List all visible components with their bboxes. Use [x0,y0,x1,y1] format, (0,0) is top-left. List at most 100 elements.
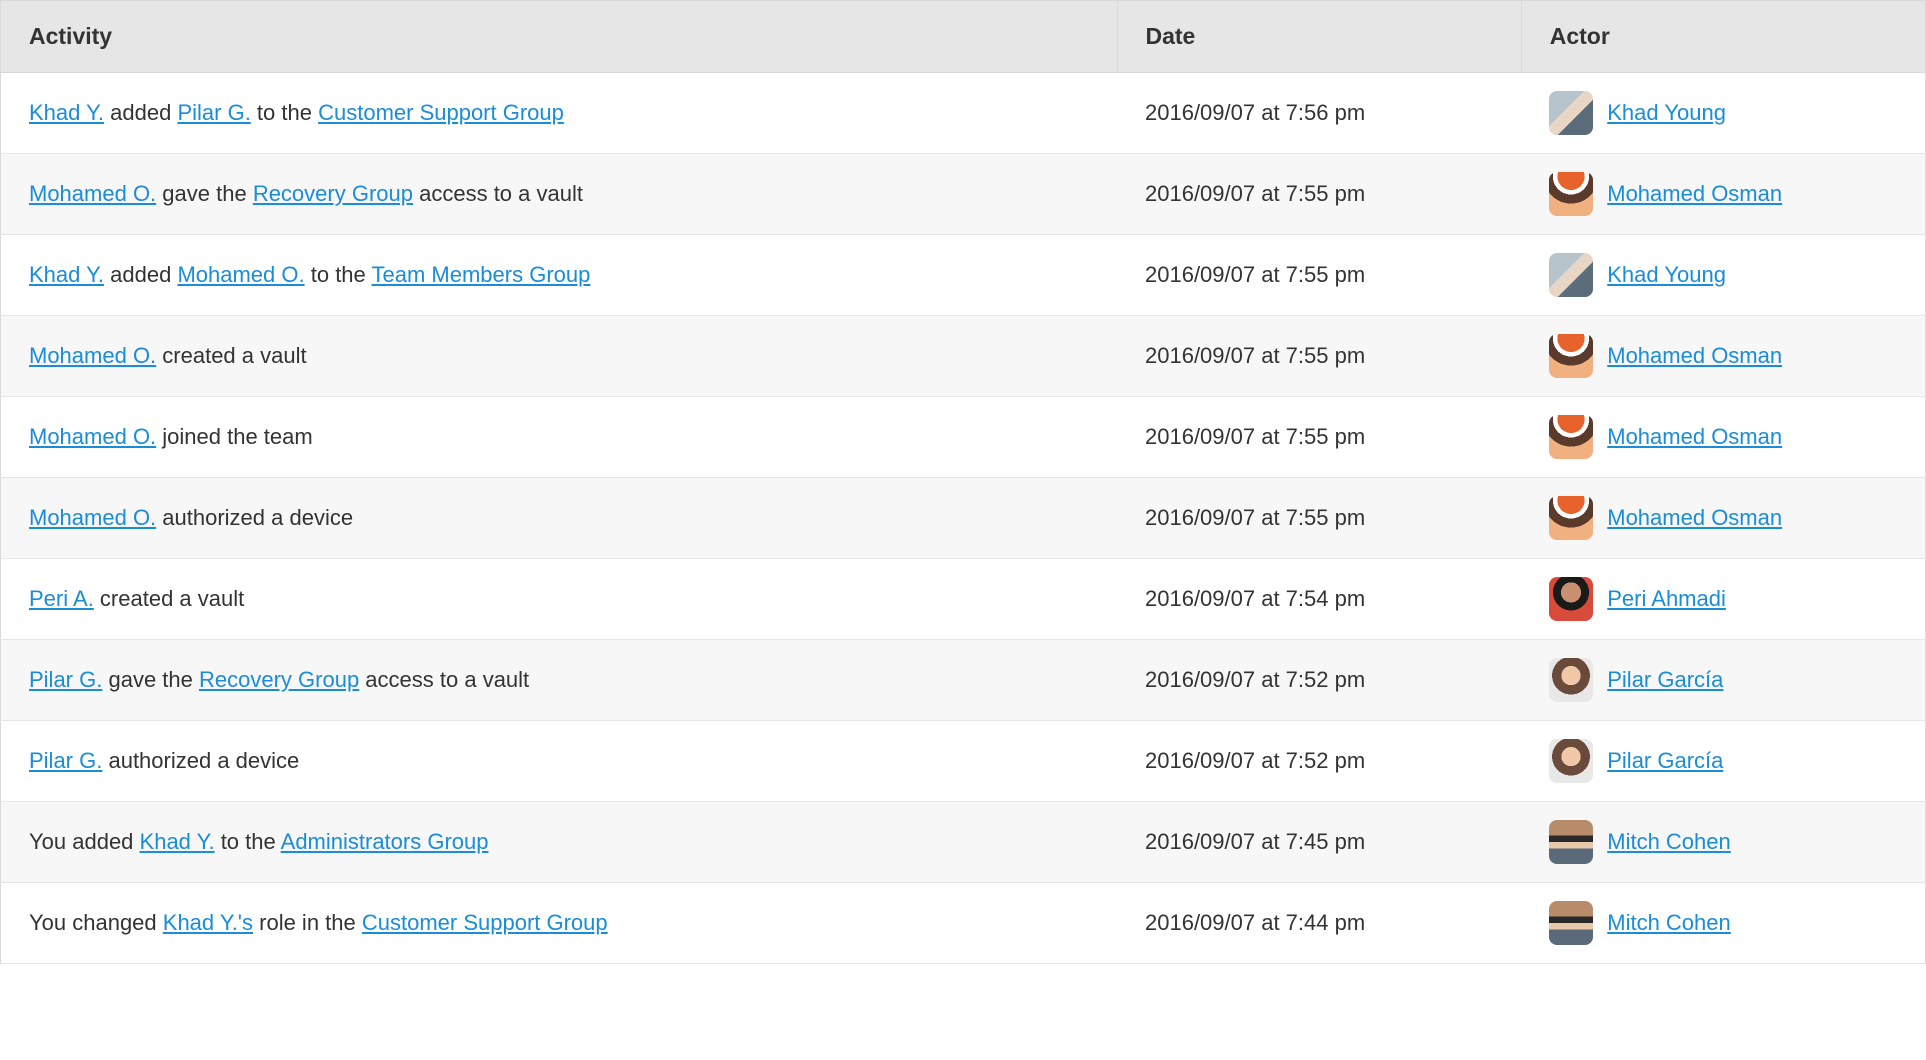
activity-text: authorized a device [156,505,353,530]
activity-link[interactable]: Khad Y. [140,829,215,854]
activity-link[interactable]: Customer Support Group [318,100,564,125]
actor-link[interactable]: Peri Ahmadi [1607,586,1726,612]
table-row: Pilar G. authorized a device2016/09/07 a… [1,721,1926,802]
column-header-activity[interactable]: Activity [1,1,1118,73]
actor-link[interactable]: Pilar García [1607,667,1723,693]
activity-cell: Mohamed O. gave the Recovery Group acces… [1,154,1118,235]
activity-link[interactable]: Team Members Group [372,262,591,287]
activity-link[interactable]: Mohamed O. [29,343,156,368]
activity-link[interactable]: Administrators Group [281,829,489,854]
activity-cell: You changed Khad Y.'s role in the Custom… [1,883,1118,964]
activity-text: joined the team [156,424,313,449]
actor-link[interactable]: Mohamed Osman [1607,343,1782,369]
column-header-date[interactable]: Date [1117,1,1521,73]
activity-link[interactable]: Mohamed O. [29,505,156,530]
avatar [1549,91,1593,135]
actor-cell: Pilar García [1521,721,1925,802]
date-cell: 2016/09/07 at 7:54 pm [1117,559,1521,640]
activity-link[interactable]: Customer Support Group [362,910,608,935]
avatar [1549,739,1593,783]
activity-link[interactable]: Pilar G. [29,667,102,692]
table-row: Peri A. created a vault2016/09/07 at 7:5… [1,559,1926,640]
actor-cell: Mohamed Osman [1521,478,1925,559]
actor-cell: Mohamed Osman [1521,397,1925,478]
activity-link[interactable]: Khad Y. [29,100,104,125]
actor-cell: Peri Ahmadi [1521,559,1925,640]
date-cell: 2016/09/07 at 7:55 pm [1117,316,1521,397]
table-row: Pilar G. gave the Recovery Group access … [1,640,1926,721]
activity-link[interactable]: Khad Y.'s [163,910,253,935]
activity-cell: Khad Y. added Pilar G. to the Customer S… [1,73,1118,154]
avatar [1549,496,1593,540]
actor-link[interactable]: Mitch Cohen [1607,910,1731,936]
activity-link[interactable]: Mohamed O. [29,424,156,449]
activity-text: authorized a device [102,748,299,773]
activity-link[interactable]: Recovery Group [199,667,359,692]
table-row: Khad Y. added Pilar G. to the Customer S… [1,73,1926,154]
avatar [1549,658,1593,702]
activity-log-table: Activity Date Actor Khad Y. added Pilar … [0,0,1926,964]
activity-text: gave the [102,667,199,692]
activity-cell: Peri A. created a vault [1,559,1118,640]
activity-cell: Pilar G. gave the Recovery Group access … [1,640,1118,721]
activity-link[interactable]: Pilar G. [177,100,250,125]
date-cell: 2016/09/07 at 7:52 pm [1117,640,1521,721]
activity-text: access to a vault [413,181,583,206]
actor-cell: Khad Young [1521,235,1925,316]
date-cell: 2016/09/07 at 7:55 pm [1117,478,1521,559]
table-row: Mohamed O. created a vault2016/09/07 at … [1,316,1926,397]
date-cell: 2016/09/07 at 7:44 pm [1117,883,1521,964]
activity-link[interactable]: Peri A. [29,586,94,611]
actor-link[interactable]: Pilar García [1607,748,1723,774]
avatar [1549,820,1593,864]
activity-cell: You added Khad Y. to the Administrators … [1,802,1118,883]
date-cell: 2016/09/07 at 7:56 pm [1117,73,1521,154]
avatar [1549,334,1593,378]
column-header-actor[interactable]: Actor [1521,1,1925,73]
actor-cell: Mitch Cohen [1521,883,1925,964]
actor-link[interactable]: Mohamed Osman [1607,505,1782,531]
activity-cell: Khad Y. added Mohamed O. to the Team Mem… [1,235,1118,316]
table-row: Khad Y. added Mohamed O. to the Team Mem… [1,235,1926,316]
actor-cell: Khad Young [1521,73,1925,154]
actor-cell: Pilar García [1521,640,1925,721]
activity-link[interactable]: Pilar G. [29,748,102,773]
activity-text: gave the [156,181,253,206]
actor-link[interactable]: Mitch Cohen [1607,829,1731,855]
activity-text: You added [29,829,140,854]
activity-cell: Mohamed O. authorized a device [1,478,1118,559]
actor-link[interactable]: Khad Young [1607,100,1726,126]
activity-link[interactable]: Mohamed O. [177,262,304,287]
activity-text: created a vault [156,343,306,368]
activity-link[interactable]: Khad Y. [29,262,104,287]
activity-text: created a vault [94,586,244,611]
avatar [1549,253,1593,297]
table-row: Mohamed O. authorized a device2016/09/07… [1,478,1926,559]
actor-cell: Mohamed Osman [1521,316,1925,397]
date-cell: 2016/09/07 at 7:45 pm [1117,802,1521,883]
activity-cell: Mohamed O. created a vault [1,316,1118,397]
avatar [1549,901,1593,945]
avatar [1549,415,1593,459]
activity-cell: Mohamed O. joined the team [1,397,1118,478]
actor-link[interactable]: Mohamed Osman [1607,181,1782,207]
activity-cell: Pilar G. authorized a device [1,721,1118,802]
activity-text: to the [215,829,281,854]
activity-link[interactable]: Mohamed O. [29,181,156,206]
activity-text: role in the [253,910,362,935]
date-cell: 2016/09/07 at 7:55 pm [1117,235,1521,316]
table-row: Mohamed O. joined the team2016/09/07 at … [1,397,1926,478]
activity-text: to the [305,262,372,287]
date-cell: 2016/09/07 at 7:55 pm [1117,154,1521,235]
date-cell: 2016/09/07 at 7:52 pm [1117,721,1521,802]
avatar [1549,172,1593,216]
actor-link[interactable]: Khad Young [1607,262,1726,288]
date-cell: 2016/09/07 at 7:55 pm [1117,397,1521,478]
avatar [1549,577,1593,621]
activity-link[interactable]: Recovery Group [253,181,413,206]
activity-text: You changed [29,910,163,935]
actor-link[interactable]: Mohamed Osman [1607,424,1782,450]
actor-cell: Mitch Cohen [1521,802,1925,883]
activity-text: added [104,262,177,287]
table-row: You added Khad Y. to the Administrators … [1,802,1926,883]
